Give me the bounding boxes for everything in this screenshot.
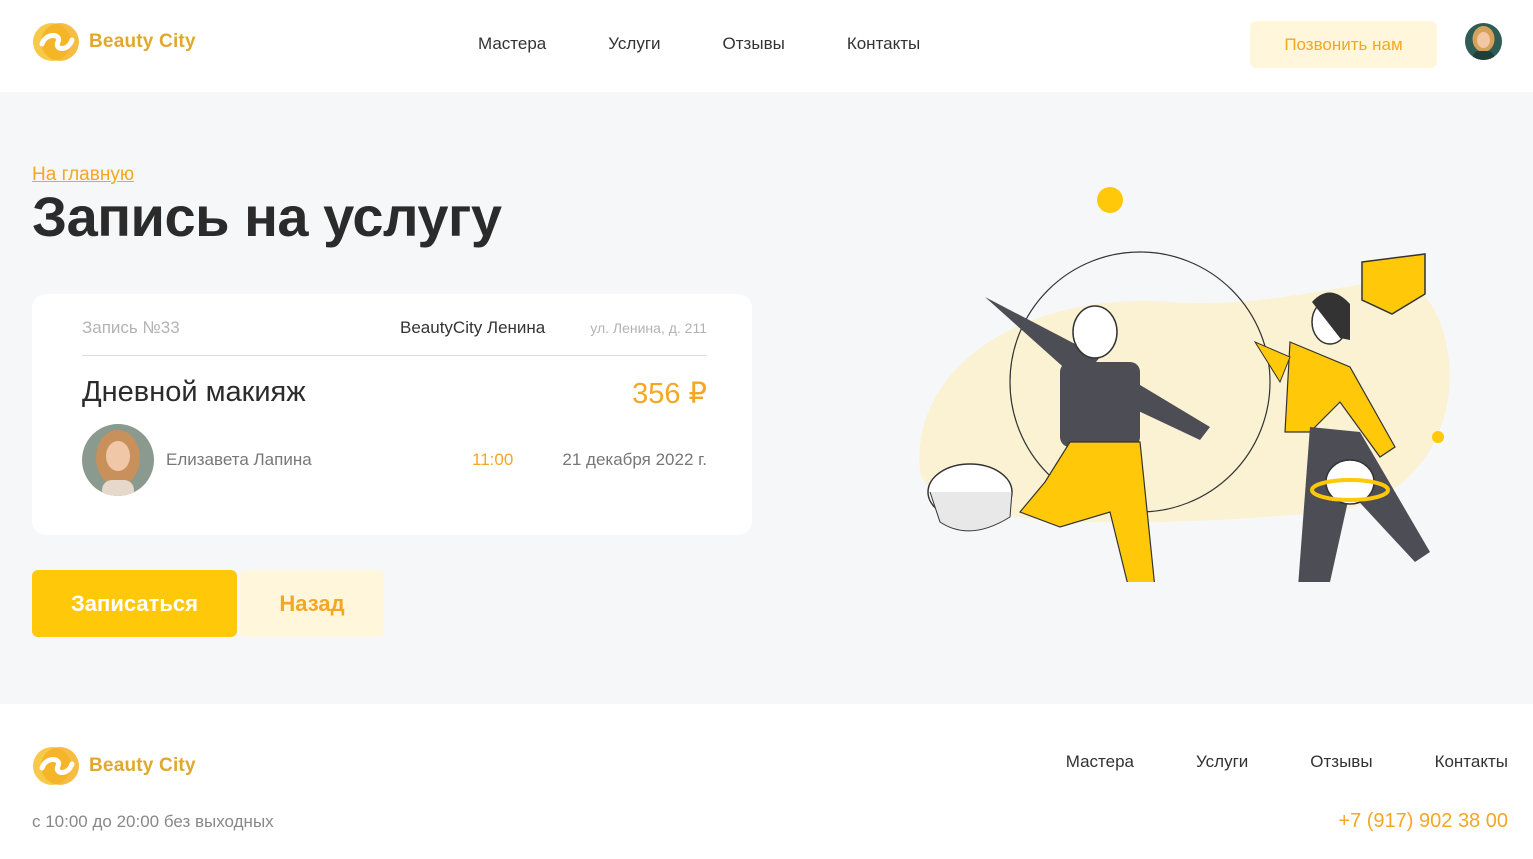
page-title: Запись на услугу xyxy=(32,185,502,248)
logo[interactable]: Beauty City xyxy=(32,22,196,62)
drum-shape xyxy=(927,463,1013,532)
logo-icon xyxy=(33,23,79,61)
main-section: На главную Запись на услугу Запись №33 B… xyxy=(0,92,1533,704)
logo-text: Beauty City xyxy=(89,31,196,52)
main-nav: Мастера Услуги Отзывы Контакты xyxy=(478,34,982,54)
booking-date: 21 декабря 2022 г. xyxy=(562,450,707,469)
footer-nav-reviews[interactable]: Отзывы xyxy=(1310,752,1372,772)
footer-logo-icon xyxy=(33,747,79,785)
people-illustration xyxy=(919,187,1450,582)
back-button[interactable]: Назад xyxy=(240,570,384,637)
master-name: Елизавета Лапина xyxy=(166,450,312,469)
record-number: Запись №33 xyxy=(82,318,180,337)
service-name: Дневной макияж xyxy=(82,376,306,408)
booking-card: Запись №33 BeautyCity Ленина ул. Ленина,… xyxy=(32,294,752,535)
service-price: 356 ₽ xyxy=(632,378,707,410)
book-button[interactable]: Записаться xyxy=(32,570,237,637)
nav-masters[interactable]: Мастера xyxy=(478,34,546,54)
footer-nav-contacts[interactable]: Контакты xyxy=(1435,752,1508,772)
booking-card-header: Запись №33 BeautyCity Ленина ул. Ленина,… xyxy=(82,316,707,356)
nav-reviews[interactable]: Отзывы xyxy=(723,34,785,54)
phone-link[interactable]: +7 (917) 902 38 00 xyxy=(1338,810,1508,833)
salon-address: ул. Ленина, д. 211 xyxy=(590,320,707,336)
user-avatar-icon xyxy=(1465,23,1502,60)
working-hours: с 10:00 до 20:00 без выходных xyxy=(32,812,274,831)
footer-nav-services[interactable]: Услуги xyxy=(1196,752,1248,772)
site-footer: Beauty City Мастера Услуги Отзывы Контак… xyxy=(0,704,1533,859)
site-header: Beauty City Мастера Услуги Отзывы Контак… xyxy=(0,0,1533,92)
footer-logo[interactable]: Beauty City xyxy=(32,746,196,786)
master-photo-icon xyxy=(82,424,154,496)
salon-name: BeautyCity Ленина xyxy=(400,318,546,337)
nav-services[interactable]: Услуги xyxy=(608,34,660,54)
master-avatar xyxy=(82,424,154,496)
footer-nav-masters[interactable]: Мастера xyxy=(1066,752,1134,772)
footer-nav: Мастера Услуги Отзывы Контакты xyxy=(1004,752,1508,772)
footer-logo-text: Beauty City xyxy=(89,755,196,776)
call-us-button[interactable]: Позвонить нам xyxy=(1250,21,1437,68)
booking-time: 11:00 xyxy=(472,450,514,469)
nav-contacts[interactable]: Контакты xyxy=(847,34,920,54)
user-avatar[interactable] xyxy=(1465,23,1502,60)
breadcrumb-home[interactable]: На главную xyxy=(32,164,134,186)
